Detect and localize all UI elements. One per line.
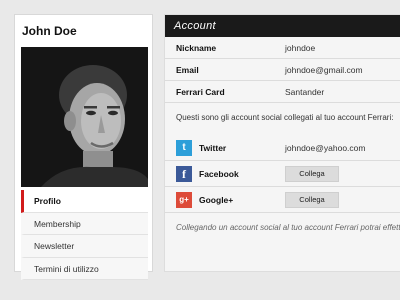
social-name: Facebook (199, 169, 239, 179)
field-value: Santander (285, 87, 325, 97)
profile-photo (21, 47, 148, 187)
account-title: Account (165, 15, 400, 37)
field-label: Email (176, 65, 199, 75)
profile-card: John Doe Profilo Membership Newsletter T… (14, 14, 153, 280)
footer-note: Collegando un account social al tuo acco… (176, 223, 400, 232)
menu-item-membership[interactable]: Membership (21, 212, 148, 235)
field-label: Nickname (176, 43, 217, 53)
profile-name: John Doe (22, 24, 77, 38)
twitter-icon: t (176, 140, 192, 156)
connect-google-plus-button[interactable]: Collega (285, 192, 339, 208)
social-name: Google+ (199, 195, 234, 205)
field-row-email: Email johndoe@gmail.com (165, 59, 400, 81)
facebook-icon: f (176, 166, 192, 182)
social-name: Twitter (199, 143, 227, 153)
social-row-facebook: f Facebook Collega (165, 161, 400, 187)
profile-photo-image (21, 47, 148, 187)
field-label: Ferrari Card (176, 87, 225, 97)
menu-item-newsletter[interactable]: Newsletter (21, 235, 148, 258)
connect-facebook-button[interactable]: Collega (285, 166, 339, 182)
account-panel: Account Nickname johndoe Email johndoe@g… (164, 14, 400, 272)
social-intro-text: Questi sono gli account social collegati… (176, 113, 394, 122)
field-value: johndoe (285, 43, 316, 53)
field-row-nickname: Nickname johndoe (165, 37, 400, 59)
field-row-ferrari-card: Ferrari Card Santander (165, 81, 400, 103)
social-linked-account: johndoe@yahoo.com (285, 143, 366, 153)
menu-item-profilo[interactable]: Profilo (21, 190, 148, 213)
social-row-google-plus: g+ Google+ Collega (165, 187, 400, 213)
menu-item-termini[interactable]: Termini di utilizzo (21, 257, 148, 280)
field-value: johndoe@gmail.com (285, 65, 363, 75)
profile-menu: Profilo Membership Newsletter Termini di… (21, 190, 148, 280)
google-plus-icon: g+ (176, 192, 192, 208)
social-row-twitter: t Twitter johndoe@yahoo.com (165, 135, 400, 161)
